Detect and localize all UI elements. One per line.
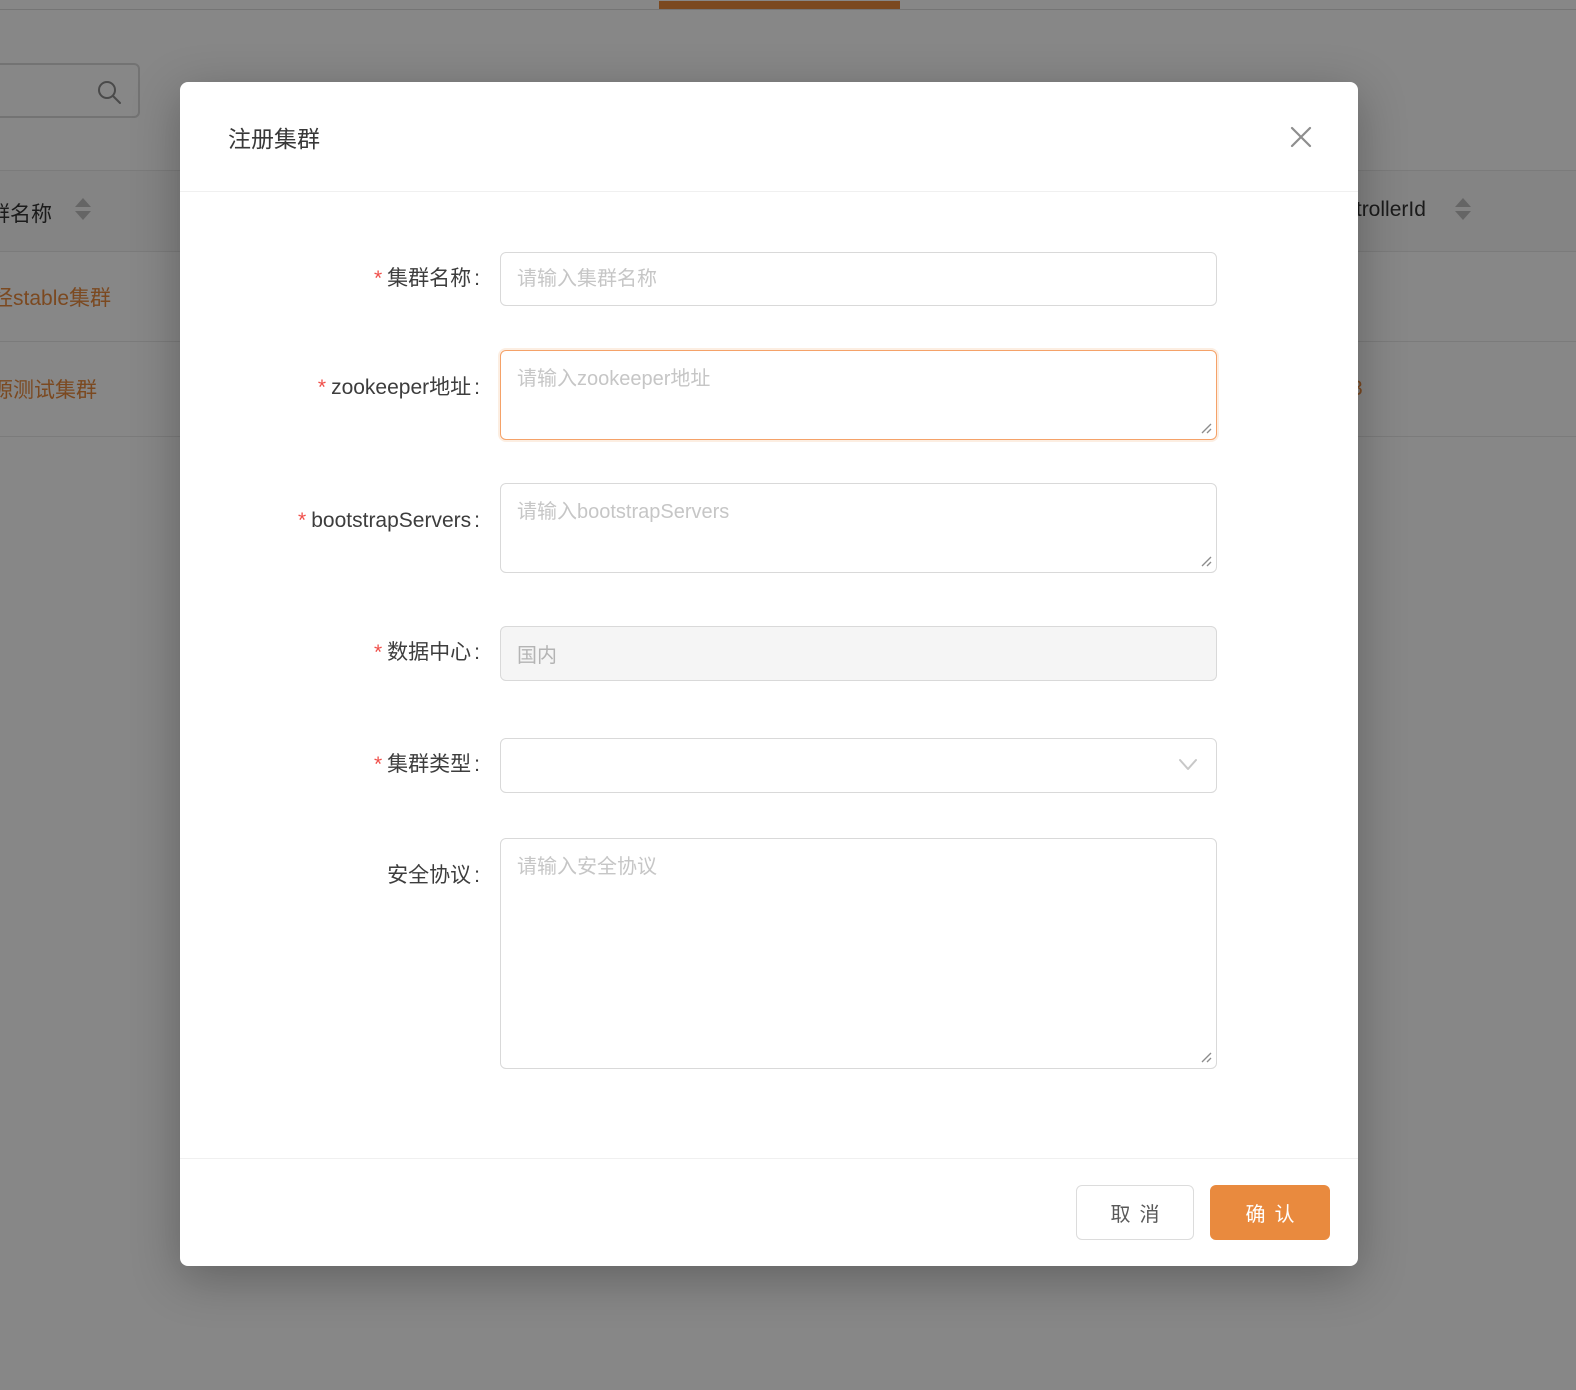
required-mark: * bbox=[374, 753, 382, 776]
required-mark: * bbox=[374, 267, 382, 290]
required-mark: * bbox=[298, 509, 306, 532]
resize-handle-icon[interactable] bbox=[1200, 555, 1212, 567]
cancel-button[interactable]: 取消 bbox=[1076, 1185, 1194, 1240]
chevron-down-icon bbox=[1178, 758, 1198, 777]
form-row-bootstrap-servers: *bootstrapServers: bbox=[180, 483, 1358, 573]
form-row-cluster-type: *集群类型: bbox=[180, 738, 1358, 793]
resize-handle-icon[interactable] bbox=[1200, 422, 1212, 434]
required-mark: * bbox=[318, 376, 326, 399]
field-label: *bootstrapServers: bbox=[180, 483, 480, 535]
zookeeper-address-textarea[interactable] bbox=[500, 350, 1217, 440]
register-cluster-modal: 注册集群 *集群名称: bbox=[180, 82, 1358, 1266]
cluster-name-input[interactable] bbox=[500, 252, 1217, 306]
register-cluster-form: *集群名称: *zookeeper地址: bbox=[180, 192, 1358, 1069]
field-label: *数据中心: bbox=[180, 626, 480, 667]
close-icon bbox=[1287, 139, 1315, 154]
data-center-input bbox=[500, 626, 1217, 681]
field-label: *集群名称: bbox=[180, 252, 480, 293]
close-button[interactable] bbox=[1286, 123, 1316, 153]
field-label: *集群类型: bbox=[180, 738, 480, 779]
modal-footer: 取消 确认 bbox=[180, 1158, 1358, 1266]
resize-handle-icon[interactable] bbox=[1200, 1051, 1212, 1063]
cluster-type-select[interactable] bbox=[500, 738, 1217, 793]
security-protocol-textarea[interactable] bbox=[500, 838, 1217, 1069]
form-row-data-center: *数据中心: bbox=[180, 626, 1358, 681]
modal-title: 注册集群 bbox=[228, 120, 320, 154]
required-mark: * bbox=[374, 641, 382, 664]
modal-header: 注册集群 bbox=[180, 82, 1358, 192]
field-label: *zookeeper地址: bbox=[180, 350, 480, 402]
confirm-button[interactable]: 确认 bbox=[1210, 1185, 1330, 1240]
app-root: 集群名称 controllerId 经stable集群 源测试集群 3 bbox=[0, 0, 1576, 1390]
form-row-zookeeper: *zookeeper地址: bbox=[180, 350, 1358, 440]
bootstrap-servers-textarea[interactable] bbox=[500, 483, 1217, 573]
field-label: 安全协议: bbox=[180, 838, 480, 890]
form-row-security-protocol: 安全协议: bbox=[180, 838, 1358, 1069]
form-row-cluster-name: *集群名称: bbox=[180, 252, 1358, 306]
